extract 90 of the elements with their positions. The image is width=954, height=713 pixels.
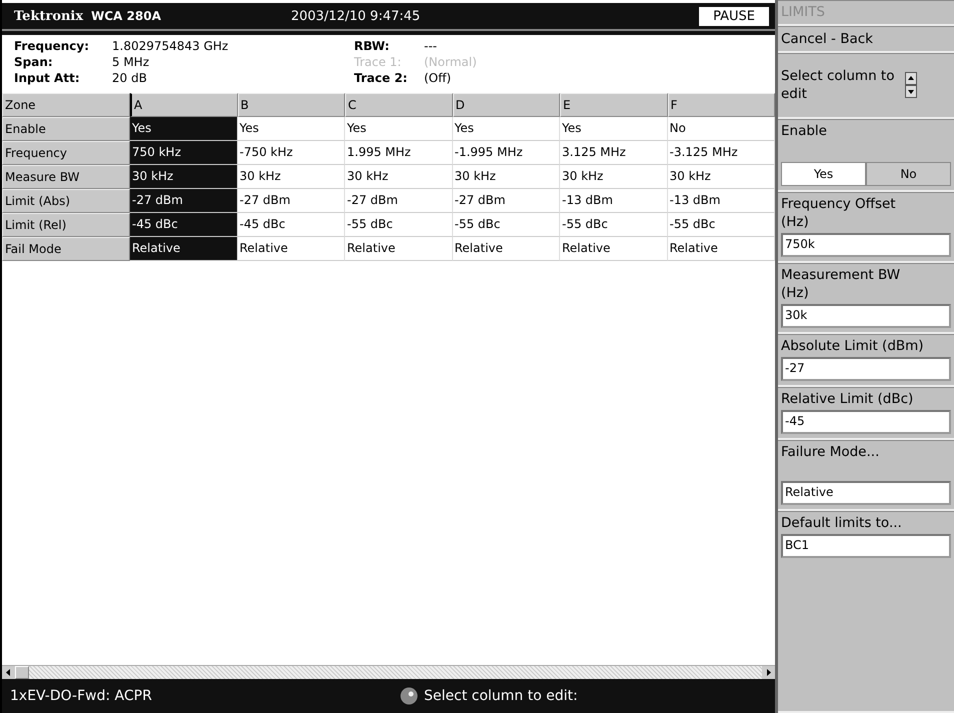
input-field[interactable]: -45 (781, 410, 951, 434)
table-cell[interactable]: -3.125 MHz (668, 141, 775, 165)
table-cell[interactable]: -27 dBm (130, 189, 238, 213)
info-label: Trace 1: (354, 54, 402, 70)
input-field[interactable]: 30k (781, 304, 951, 328)
input-field[interactable]: 750k (781, 233, 951, 257)
row-header: Limit (Rel) (2, 213, 130, 237)
table-cell[interactable]: No (668, 117, 775, 141)
table-cell[interactable]: Relative (668, 237, 775, 261)
info-value: 5 MHz (112, 54, 150, 70)
menu-label: Measurement BW (Hz) (781, 266, 902, 302)
table-cell[interactable]: 30 kHz (668, 165, 775, 189)
table-cell[interactable]: 3.125 MHz (560, 141, 668, 165)
table-cell[interactable]: Relative (452, 237, 560, 261)
scroll-right-icon[interactable] (762, 666, 775, 679)
table-cell[interactable]: Yes (238, 117, 345, 141)
menu-label: Failure Mode... (781, 443, 880, 461)
column-header[interactable]: D (452, 93, 560, 117)
info-value: 1.8029754843 GHz (112, 38, 230, 54)
table-cell[interactable]: 30 kHz (238, 165, 345, 189)
table-cell[interactable]: -27 dBm (238, 189, 345, 213)
table-cell[interactable]: 1.995 MHz (345, 141, 452, 165)
column-header[interactable]: C (345, 93, 452, 117)
table-cell[interactable]: Relative (130, 237, 238, 261)
brand-logo: Tektronix (14, 8, 84, 24)
info-label: Trace 2: (354, 70, 408, 86)
table-cell[interactable]: 30 kHz (130, 165, 238, 189)
table-cell[interactable]: -750 kHz (238, 141, 345, 165)
measurement-mode: 1xEV-DO-Fwd: ACPR (10, 688, 153, 704)
row-header: Measure BW (2, 165, 130, 189)
info-label: Span: (14, 54, 54, 70)
menu-label: Absolute Limit (dBm) (781, 337, 925, 355)
table-cell[interactable]: -55 dBc (345, 213, 452, 237)
menu-label: Relative Limit (dBc) (781, 390, 914, 408)
row-header: Fail Mode (2, 237, 130, 261)
table-cell[interactable]: -13 dBm (668, 189, 775, 213)
table-cell[interactable]: 30 kHz (452, 165, 560, 189)
table-cell[interactable]: -55 dBc (668, 213, 775, 237)
info-label: Frequency: (14, 38, 90, 54)
cancel-back-button[interactable]: Cancel - Back (778, 26, 954, 53)
info-label: RBW: (354, 38, 390, 54)
menu-label: Enable (781, 122, 828, 140)
info-value: 20 dB (112, 70, 148, 86)
menu-label: Select column to edit (781, 66, 896, 102)
date-time: 2003/12/10 9:47:45 (290, 8, 422, 24)
scroll-thumb[interactable] (15, 666, 29, 679)
scroll-left-icon[interactable] (2, 666, 15, 679)
info-value: (Normal) (424, 54, 478, 70)
table-cell[interactable]: Relative (238, 237, 345, 261)
menu-label: Default limits to... (781, 514, 903, 532)
column-header[interactable]: F (668, 93, 775, 117)
knob-icon (400, 687, 418, 705)
status-indicator: PAUSE (699, 6, 769, 26)
table-cell[interactable]: -13 dBm (560, 189, 668, 213)
toggle-option[interactable]: No (866, 162, 951, 186)
table-cell[interactable]: Relative (560, 237, 668, 261)
menu-title: LIMITS (781, 3, 826, 21)
toggle-option[interactable]: Yes (781, 162, 866, 186)
info-label: Input Att: (14, 70, 81, 86)
table-cell[interactable]: Yes (560, 117, 668, 141)
table-cell[interactable]: 30 kHz (345, 165, 452, 189)
table-cell[interactable]: -27 dBm (452, 189, 560, 213)
info-value: --- (424, 38, 438, 54)
table-cell[interactable]: 30 kHz (560, 165, 668, 189)
table-cell[interactable]: -1.995 MHz (452, 141, 560, 165)
input-field[interactable]: BC1 (781, 534, 951, 558)
table-cell[interactable]: -55 dBc (452, 213, 560, 237)
info-value: (Off) (424, 70, 452, 86)
table-cell[interactable]: 750 kHz (130, 141, 238, 165)
status-prompt: Select column to edit: (424, 688, 578, 704)
table-cell[interactable]: -55 dBc (560, 213, 668, 237)
menu-label: Frequency Offset (Hz) (781, 195, 897, 231)
row-header: Frequency (2, 141, 130, 165)
table-cell[interactable]: Yes (345, 117, 452, 141)
table-cell[interactable]: Relative (345, 237, 452, 261)
column-header: Zone (2, 93, 130, 117)
column-header[interactable]: B (238, 93, 345, 117)
dropdown-field[interactable]: Relative (781, 481, 951, 505)
table-cell[interactable]: Yes (452, 117, 560, 141)
table-cell[interactable]: -45 dBc (238, 213, 345, 237)
column-header[interactable]: A (130, 93, 238, 117)
row-header: Limit (Abs) (2, 189, 130, 213)
input-field[interactable]: -27 (781, 357, 951, 381)
column-header[interactable]: E (560, 93, 668, 117)
table-cell[interactable]: -27 dBm (345, 189, 452, 213)
model-name: WCA 280A (91, 9, 161, 23)
row-header: Enable (2, 117, 130, 141)
table-cell[interactable]: Yes (130, 117, 238, 141)
spin-arrows-icon[interactable] (905, 72, 917, 98)
table-cell[interactable]: -45 dBc (130, 213, 238, 237)
